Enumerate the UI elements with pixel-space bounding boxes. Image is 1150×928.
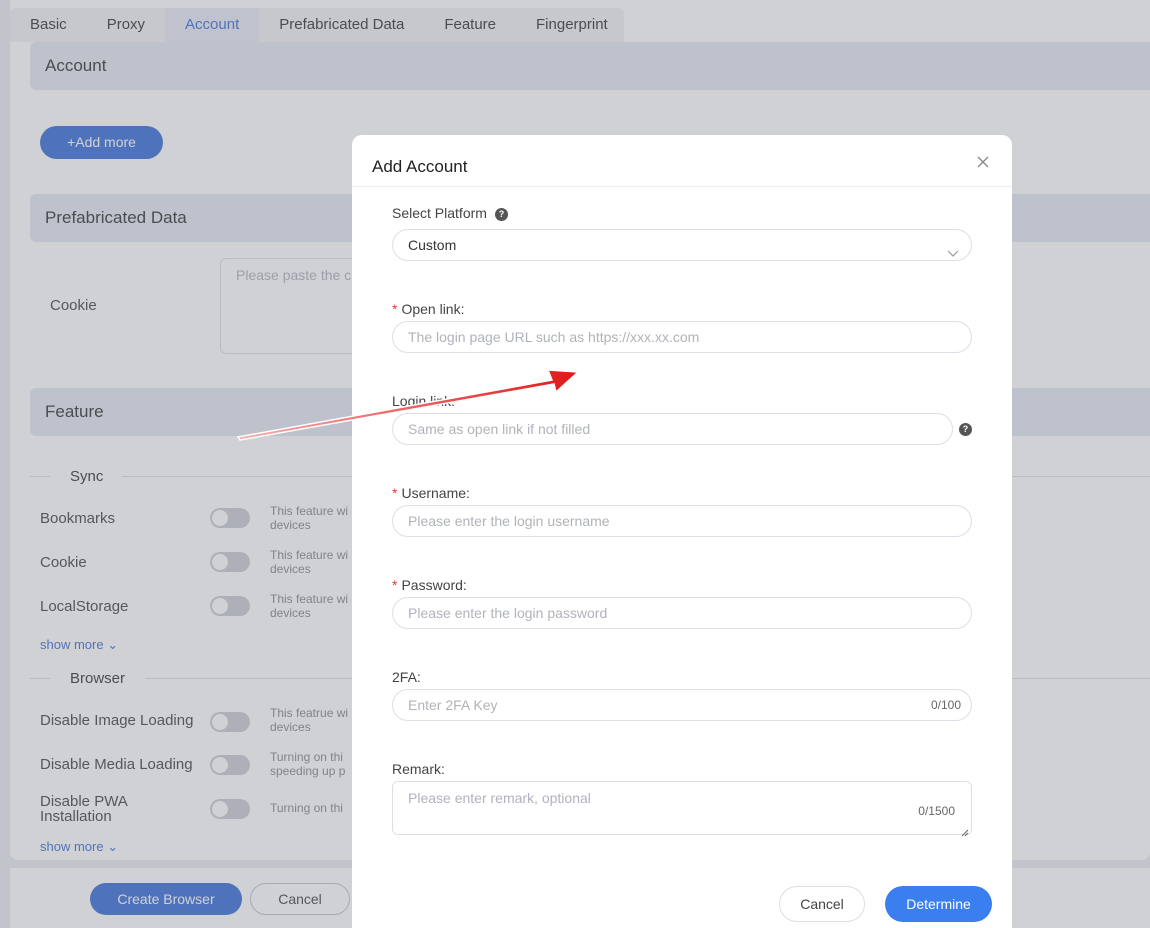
help-icon[interactable]: ? (959, 423, 972, 436)
login-link-input[interactable]: Same as open link if not filled (392, 413, 953, 445)
add-account-dialog: Add Account Select Platform? Custom * Ope… (352, 135, 1012, 928)
username-label: * Username: (392, 485, 470, 501)
dialog-title: Add Account (372, 157, 468, 176)
resize-handle-icon[interactable] (961, 824, 969, 837)
close-icon[interactable] (976, 155, 990, 169)
remark-textarea[interactable]: Please enter remark, optional 0/1500 (392, 781, 972, 837)
username-input[interactable]: Please enter the login username (392, 505, 972, 537)
dialog-header: Add Account (352, 135, 1012, 187)
cancel-button[interactable]: Cancel (779, 886, 865, 922)
determine-button[interactable]: Determine (885, 886, 992, 922)
char-counter: 0/1500 (918, 804, 955, 818)
chevron-down-icon (947, 239, 959, 257)
char-counter: 0/100 (930, 698, 961, 712)
password-label: * Password: (392, 577, 467, 593)
required-mark: * (392, 485, 398, 501)
platform-label: Select Platform? (392, 205, 508, 221)
required-mark: * (392, 301, 398, 317)
open-link-input[interactable]: The login page URL such as https://xxx.x… (392, 321, 972, 353)
open-link-label: * Open link: (392, 301, 465, 317)
platform-select[interactable]: Custom (392, 229, 972, 261)
login-link-label: Login link: (392, 393, 456, 409)
twofa-label: 2FA: (392, 669, 421, 685)
required-mark: * (392, 577, 398, 593)
help-icon[interactable]: ? (494, 208, 508, 221)
remark-label: Remark: (392, 761, 445, 777)
twofa-input[interactable]: Enter 2FA Key 0/100 (392, 689, 972, 721)
password-input[interactable]: Please enter the login password (392, 597, 972, 629)
